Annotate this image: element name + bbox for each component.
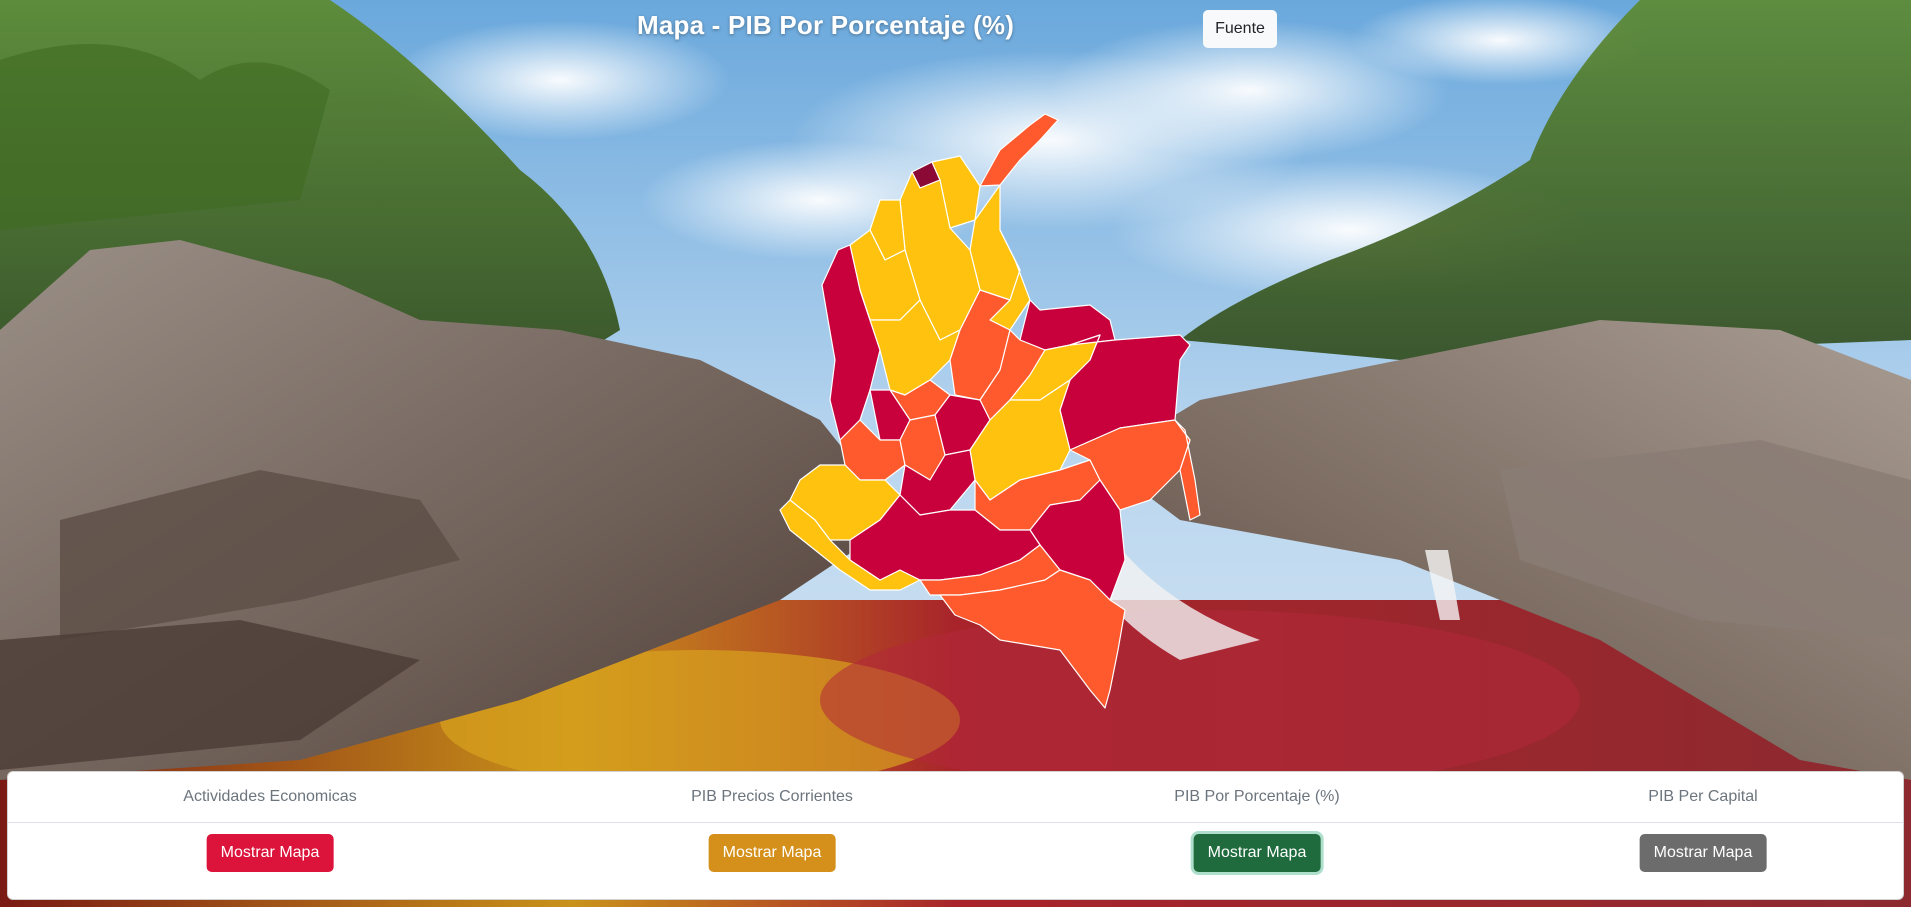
section-label: PIB Per Capital	[1648, 788, 1758, 805]
show-map-button-pib-precios[interactable]: Mostrar Mapa	[708, 834, 836, 872]
source-button[interactable]: Fuente	[1203, 10, 1277, 48]
section-label: PIB Por Porcentaje (%)	[1174, 788, 1340, 805]
map-selector-panel: Actividades Economicas Mostrar Mapa PIB …	[7, 771, 1904, 900]
show-map-button-actividades[interactable]: Mostrar Mapa	[206, 834, 334, 872]
show-map-button-pib-porcentaje[interactable]: Mostrar Mapa	[1193, 834, 1321, 872]
page: Mapa - PIB Por Porcentaje (%) Fuente Act…	[0, 0, 1911, 907]
show-map-button-pib-per-capital[interactable]: Mostrar Mapa	[1639, 834, 1767, 872]
section-label: PIB Precios Corrientes	[691, 788, 853, 805]
page-title: Mapa - PIB Por Porcentaje (%)	[637, 10, 1015, 40]
section-label: Actividades Economicas	[183, 788, 357, 805]
